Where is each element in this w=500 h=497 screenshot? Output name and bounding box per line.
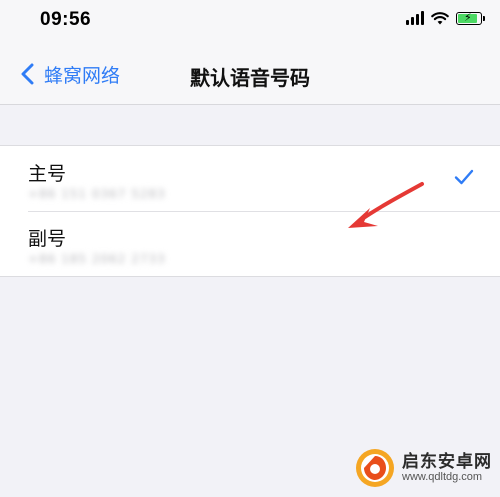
status-bar: 09:56 ⚡ — [0, 0, 500, 44]
status-time: 09:56 — [40, 9, 92, 30]
voice-line-list: 主号 +86 151 0367 5283 副号 +86 185 2062 273… — [0, 145, 500, 277]
line-number: +86 151 0367 5283 — [28, 187, 166, 201]
watermark-url: www.qdltdg.com — [402, 471, 483, 484]
wifi-icon — [431, 12, 449, 25]
list-item-secondary-line[interactable]: 副号 +86 185 2062 2733 — [0, 211, 500, 276]
battery-charging-icon: ⚡ — [456, 11, 485, 25]
line-number: +86 185 2062 2733 — [28, 252, 166, 266]
watermark: 启东安卓网 www.qdltdg.com — [354, 447, 492, 489]
list-item-primary-line[interactable]: 主号 +86 151 0367 5283 — [0, 146, 500, 211]
line-title: 副号 — [28, 228, 67, 250]
watermark-text: 启东安卓网 www.qdltdg.com — [402, 451, 492, 484]
cellular-signal-icon — [406, 11, 424, 25]
line-title: 主号 — [28, 163, 67, 185]
navigation-bar: 蜂窝网络 默认语音号码 — [0, 44, 500, 105]
status-icons: ⚡ — [406, 11, 485, 25]
watermark-name: 启东安卓网 — [402, 451, 492, 472]
checkmark-icon — [454, 169, 474, 185]
page-title: 默认语音号码 — [190, 66, 310, 90]
watermark-logo-icon — [356, 449, 394, 487]
